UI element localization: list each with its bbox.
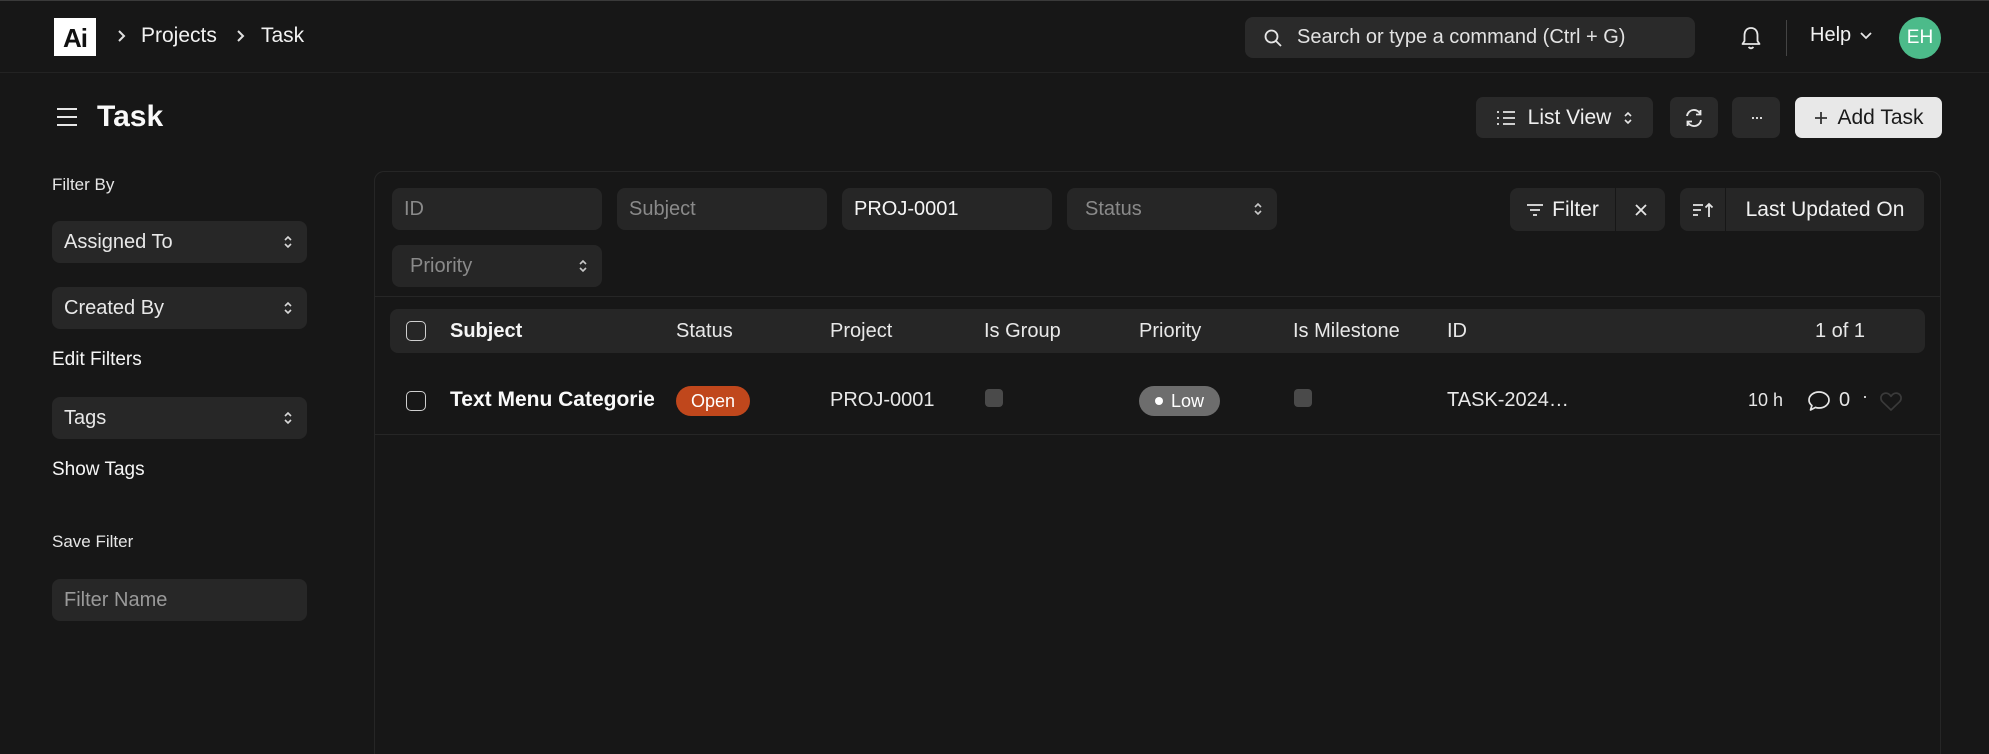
select-all-checkbox[interactable] xyxy=(406,321,426,341)
result-count: 1 of 1 xyxy=(1815,320,1866,342)
row-checkbox[interactable] xyxy=(406,391,426,411)
sort-group: Last Updated On xyxy=(1680,188,1924,231)
chevron-right-icon xyxy=(237,30,245,42)
save-filter-heading: Save Filter xyxy=(52,532,134,551)
row-subject[interactable]: Text Menu Categories xyxy=(450,388,654,412)
subject-filter-input[interactable] xyxy=(617,188,827,230)
add-task-button[interactable]: Add Task xyxy=(1795,97,1942,138)
priority-badge: Low xyxy=(1139,386,1220,416)
user-avatar[interactable]: EH xyxy=(1899,17,1941,59)
breadcrumb-projects[interactable]: Projects xyxy=(141,24,217,48)
more-options-icon: ··· xyxy=(1750,107,1764,127)
filter-by-heading: Filter By xyxy=(52,175,115,194)
column-header-project[interactable]: Project xyxy=(830,320,892,343)
show-tags-link[interactable]: Show Tags xyxy=(52,459,145,481)
edit-filters-link[interactable]: Edit Filters xyxy=(52,349,142,371)
row-divider xyxy=(375,434,1940,435)
assigned-to-label: Assigned To xyxy=(64,230,173,253)
logo-text: Ai xyxy=(63,23,88,53)
refresh-button[interactable] xyxy=(1670,97,1718,138)
breadcrumb-task[interactable]: Task xyxy=(261,24,304,48)
comment-icon[interactable] xyxy=(1807,390,1831,412)
is-milestone-checkbox xyxy=(1294,389,1312,407)
navbar-divider xyxy=(1786,20,1787,56)
chevron-right-icon xyxy=(118,30,126,42)
sort-field-button[interactable]: Last Updated On xyxy=(1726,198,1924,222)
list-panel xyxy=(374,171,1941,754)
created-by-label: Created By xyxy=(64,296,165,319)
menu-icon[interactable] xyxy=(56,107,78,127)
column-header-is-milestone[interactable]: Is Milestone xyxy=(1293,320,1400,343)
search-input[interactable] xyxy=(1297,26,1677,49)
priority-badge-label: Low xyxy=(1170,390,1205,411)
status-filter-select[interactable]: Status xyxy=(1067,188,1277,230)
chevron-up-down-icon xyxy=(284,301,292,315)
chevron-up-down-icon xyxy=(1624,111,1632,124)
column-header-subject[interactable]: Subject xyxy=(450,320,522,343)
status-filter-label: Status xyxy=(1085,197,1142,220)
help-label: Help xyxy=(1810,24,1852,46)
add-task-label: Add Task xyxy=(1837,105,1924,129)
row-project: PROJ-0001 xyxy=(830,389,935,411)
chevron-up-down-icon xyxy=(579,259,587,273)
search-icon xyxy=(1264,29,1282,47)
id-filter-input[interactable] xyxy=(392,188,602,230)
view-label: List View xyxy=(1527,105,1612,129)
tags-label: Tags xyxy=(64,406,107,429)
heart-icon[interactable] xyxy=(1879,391,1903,412)
app-logo[interactable]: Ai xyxy=(54,18,96,56)
column-header-is-group[interactable]: Is Group xyxy=(984,320,1061,343)
assigned-to-select[interactable]: Assigned To xyxy=(52,221,307,263)
status-badge: Open xyxy=(676,386,750,416)
help-menu[interactable]: Help xyxy=(1810,24,1873,47)
filter-button[interactable]: Filter xyxy=(1510,188,1616,231)
refresh-icon xyxy=(1686,108,1702,127)
priority-dot-icon xyxy=(1154,397,1163,405)
chevron-up-down-icon xyxy=(284,411,292,425)
filter-group: Filter xyxy=(1510,188,1665,231)
close-icon xyxy=(1634,203,1647,216)
column-header-priority[interactable]: Priority xyxy=(1139,320,1201,343)
is-group-checkbox xyxy=(985,389,1003,407)
filter-icon xyxy=(1527,203,1544,216)
plus-icon xyxy=(1814,111,1827,124)
sort-ascending-icon xyxy=(1692,202,1713,217)
chevron-up-down-icon xyxy=(1254,202,1262,216)
chevron-down-icon xyxy=(1860,31,1872,39)
priority-filter-label: Priority xyxy=(410,254,473,277)
chevron-up-down-icon xyxy=(284,235,292,249)
project-filter-input[interactable] xyxy=(842,188,1052,230)
more-options-button[interactable]: ··· xyxy=(1732,97,1780,138)
row-comment-count: 0 xyxy=(1839,389,1851,411)
clear-filter-button[interactable] xyxy=(1616,188,1665,231)
avatar-initials: EH xyxy=(1906,27,1934,48)
filter-label: Filter xyxy=(1552,197,1599,221)
bell-icon[interactable] xyxy=(1739,25,1763,51)
top-navbar: Ai Projects Task Help EH xyxy=(0,0,1989,73)
column-header-status[interactable]: Status xyxy=(676,320,733,343)
status-badge-label: Open xyxy=(690,390,736,411)
search-bar[interactable] xyxy=(1245,17,1695,58)
created-by-select[interactable]: Created By xyxy=(52,287,307,329)
page-title: Task xyxy=(97,100,164,133)
list-icon xyxy=(1496,110,1515,125)
list-view-selector[interactable]: List View xyxy=(1476,97,1653,138)
tags-select[interactable]: Tags xyxy=(52,397,307,439)
sort-direction-button[interactable] xyxy=(1680,188,1726,231)
panel-divider xyxy=(375,296,1940,297)
column-header-id[interactable]: ID xyxy=(1447,320,1467,343)
row-modified-time: 10 h xyxy=(1748,390,1784,410)
filter-name-input[interactable] xyxy=(52,579,307,621)
row-id: TASK-2024… xyxy=(1447,389,1569,411)
row-meta-separator: · xyxy=(1862,386,1868,406)
priority-filter-select[interactable]: Priority xyxy=(392,245,602,287)
